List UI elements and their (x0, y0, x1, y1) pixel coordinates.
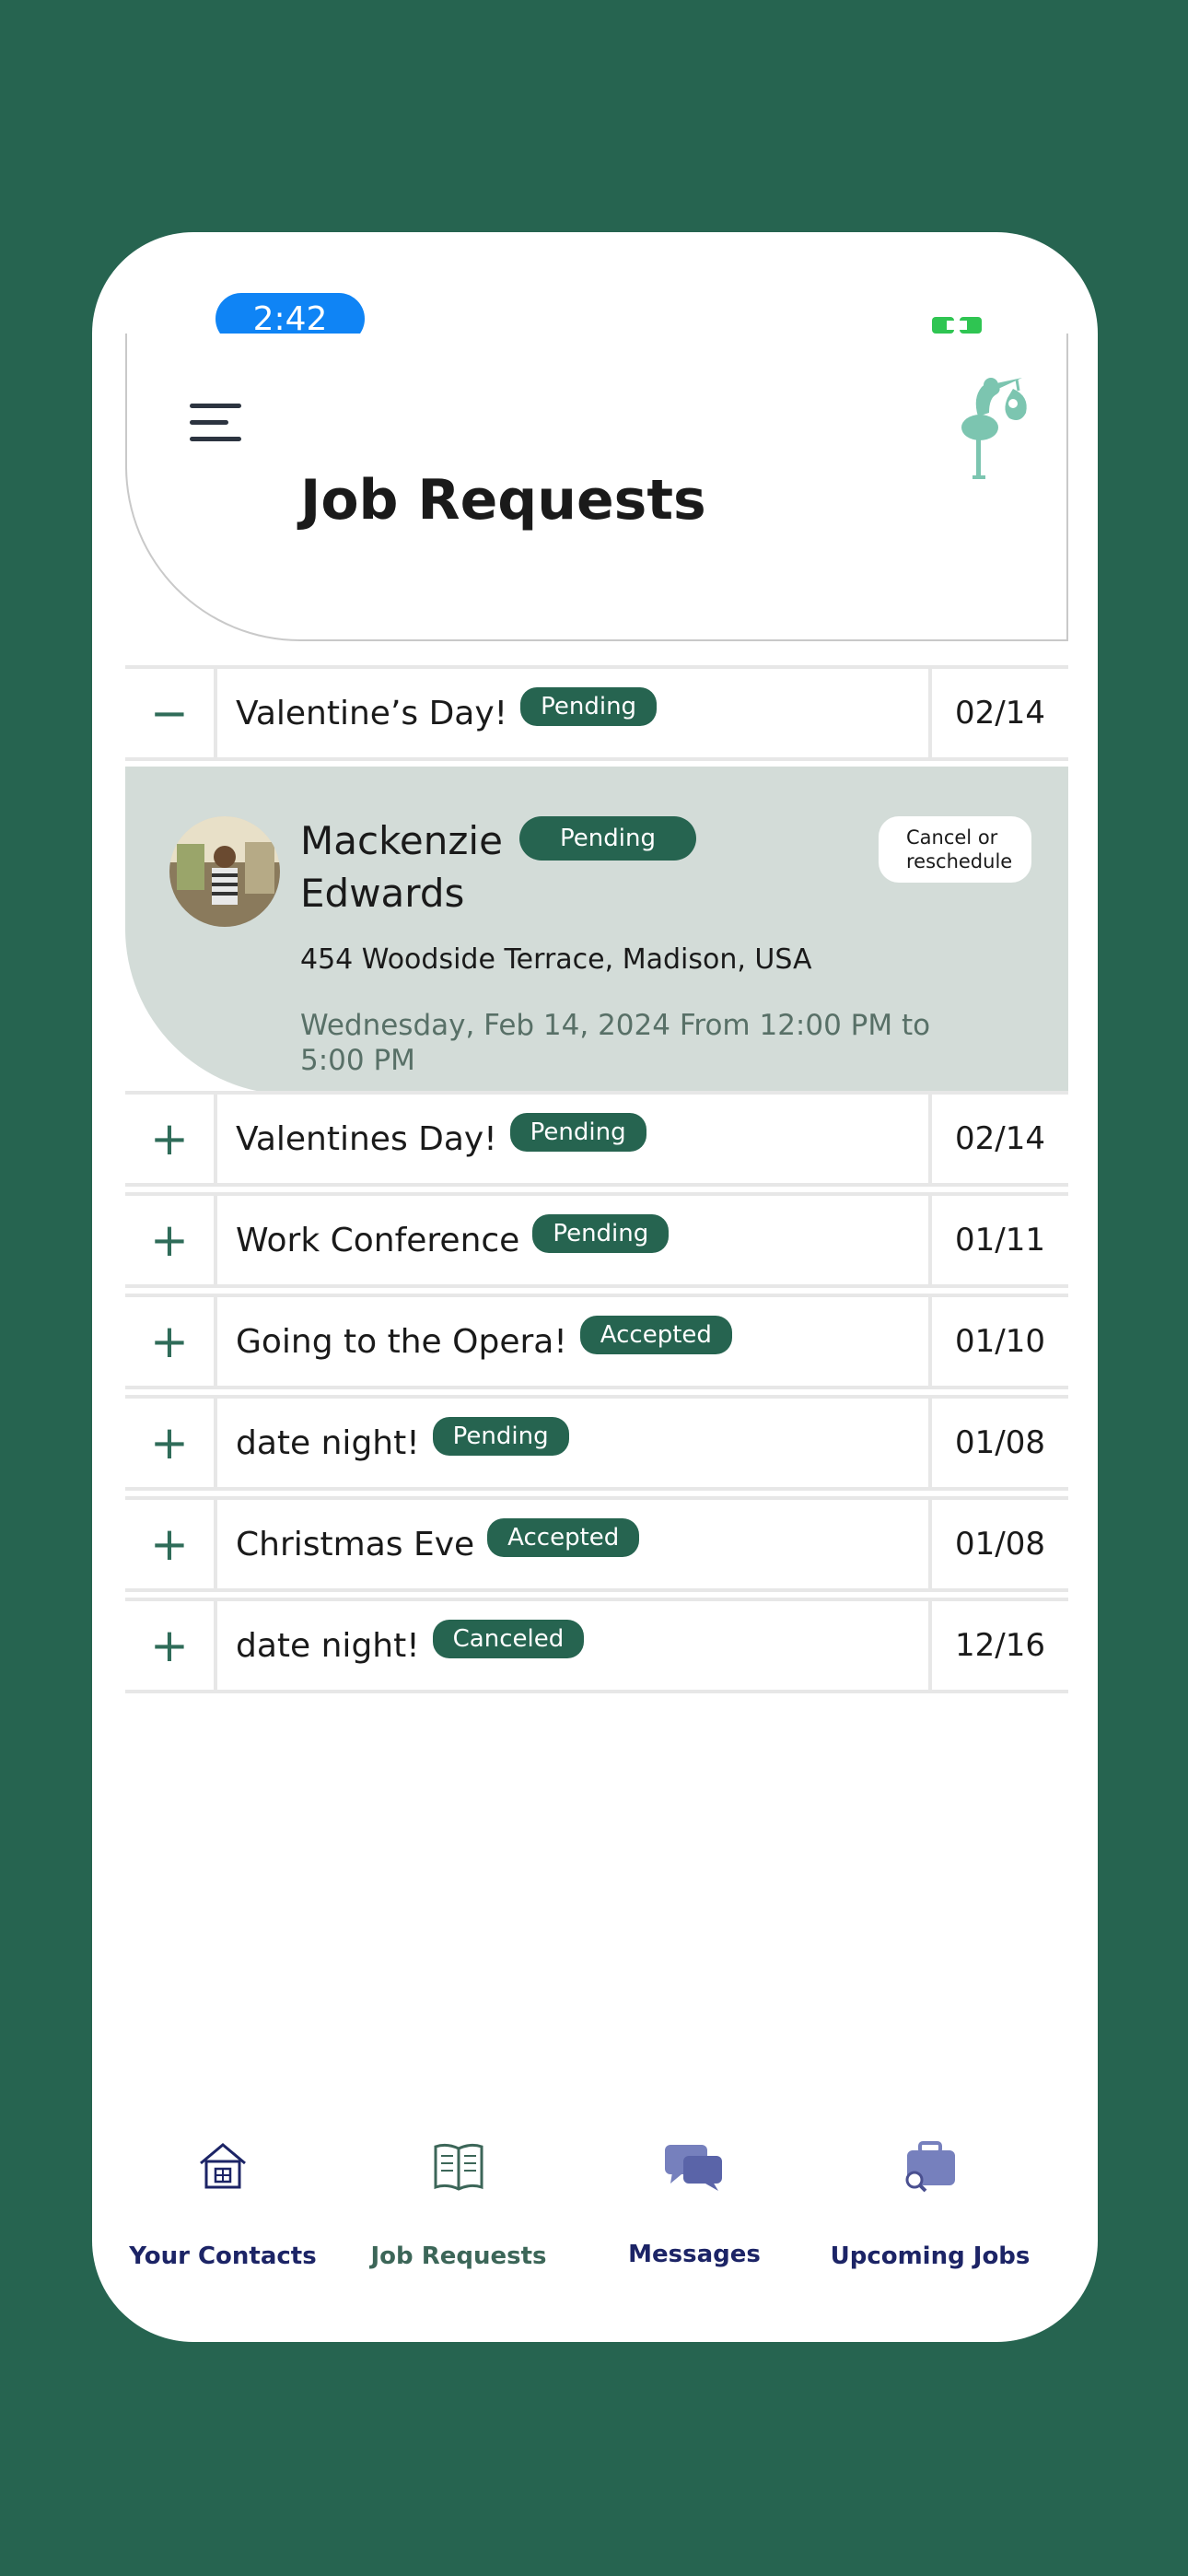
book-icon (434, 2143, 483, 2191)
request-detail-panel: Mackenzie Edwards Pending Cancel or resc… (125, 767, 1068, 1095)
request-title: Work Conference (236, 1221, 520, 1259)
status-badge: Accepted (487, 1518, 640, 1557)
status-badge: Pending (509, 1113, 646, 1152)
status-badge: Pending (432, 1417, 569, 1456)
job-datetime: Wednesday, Feb 14, 2024 From 12:00 PM to… (300, 1009, 931, 1077)
request-row[interactable]: + Christmas Eve Accepted 01/08 (125, 1496, 1068, 1592)
expand-toggle[interactable]: + (125, 1601, 214, 1690)
request-row-expanded[interactable]: − Valentine’s Day! Pending 02/14 (125, 665, 1068, 761)
request-date: 01/08 (955, 1424, 1045, 1461)
request-row[interactable]: + Going to the Opera! Accepted 01/10 (125, 1294, 1068, 1389)
divider (214, 1601, 217, 1690)
expand-toggle[interactable]: + (125, 1095, 214, 1183)
status-badge: Pending (520, 687, 658, 726)
request-row[interactable]: + Valentines Day! Pending 02/14 (125, 1091, 1068, 1187)
request-title: Valentine’s Day! (236, 694, 508, 732)
page-title: Job Requests (300, 468, 706, 533)
nav-label: Messages (628, 2241, 761, 2268)
divider (214, 1095, 217, 1183)
expand-toggle[interactable]: + (125, 1500, 214, 1588)
status-badge: Accepted (579, 1316, 732, 1354)
nav-label: Job Requests (370, 2242, 547, 2270)
divider (214, 1500, 217, 1588)
avatar (169, 816, 280, 927)
request-row[interactable]: + date night! Canceled 12/16 (125, 1598, 1068, 1693)
request-row[interactable]: + date night! Pending 01/08 (125, 1395, 1068, 1491)
status-badge: Canceled (432, 1620, 585, 1658)
bottom-nav: Your Contacts Job Requests Messages Upco… (92, 2130, 1098, 2287)
client-name: Mackenzie Edwards (300, 818, 503, 916)
home-icon (200, 2143, 246, 2189)
request-title: date night! (236, 1626, 420, 1665)
request-date: 01/10 (955, 1323, 1045, 1360)
divider (214, 1196, 217, 1284)
nav-your-contacts[interactable]: Your Contacts (105, 2130, 341, 2287)
job-address: 454 Woodside Terrace, Madison, USA (300, 943, 812, 976)
nav-messages[interactable]: Messages (577, 2130, 812, 2287)
request-date: 12/16 (955, 1627, 1045, 1664)
nav-label: Upcoming Jobs (830, 2242, 1031, 2270)
nav-label: Your Contacts (129, 2242, 317, 2270)
request-title: Going to the Opera! (236, 1322, 567, 1361)
expand-toggle[interactable]: + (125, 1399, 214, 1487)
request-date: 02/14 (955, 1120, 1045, 1157)
request-date: 02/14 (955, 695, 1045, 732)
divider (214, 669, 217, 757)
battery-icon (932, 317, 982, 334)
request-title: Christmas Eve (236, 1525, 475, 1563)
divider (214, 1297, 217, 1386)
cancel-or-reschedule-button[interactable]: Cancel or reschedule (879, 816, 1031, 883)
collapse-toggle[interactable]: − (125, 669, 214, 757)
expand-toggle[interactable]: + (125, 1297, 214, 1386)
status-badge: Pending (532, 1214, 670, 1253)
nav-job-requests[interactable]: Job Requests (341, 2130, 577, 2287)
briefcase-icon (905, 2141, 955, 2193)
request-title: Valentines Day! (236, 1119, 497, 1158)
request-date: 01/11 (955, 1222, 1045, 1259)
request-date: 01/08 (955, 1526, 1045, 1563)
stork-logo-icon (961, 378, 1027, 479)
request-row[interactable]: + Work Conference Pending 01/11 (125, 1192, 1068, 1288)
expand-toggle[interactable]: + (125, 1196, 214, 1284)
chat-icon (665, 2145, 722, 2191)
divider (214, 1399, 217, 1487)
phone-screen: 2:42 Job Requests − Valentine’s Day! Pen… (92, 232, 1098, 2342)
nav-upcoming-jobs[interactable]: Upcoming Jobs (812, 2130, 1048, 2287)
hamburger-menu-icon[interactable] (190, 402, 241, 444)
client-status-badge: Pending (519, 816, 696, 861)
request-title: date night! (236, 1423, 420, 1462)
